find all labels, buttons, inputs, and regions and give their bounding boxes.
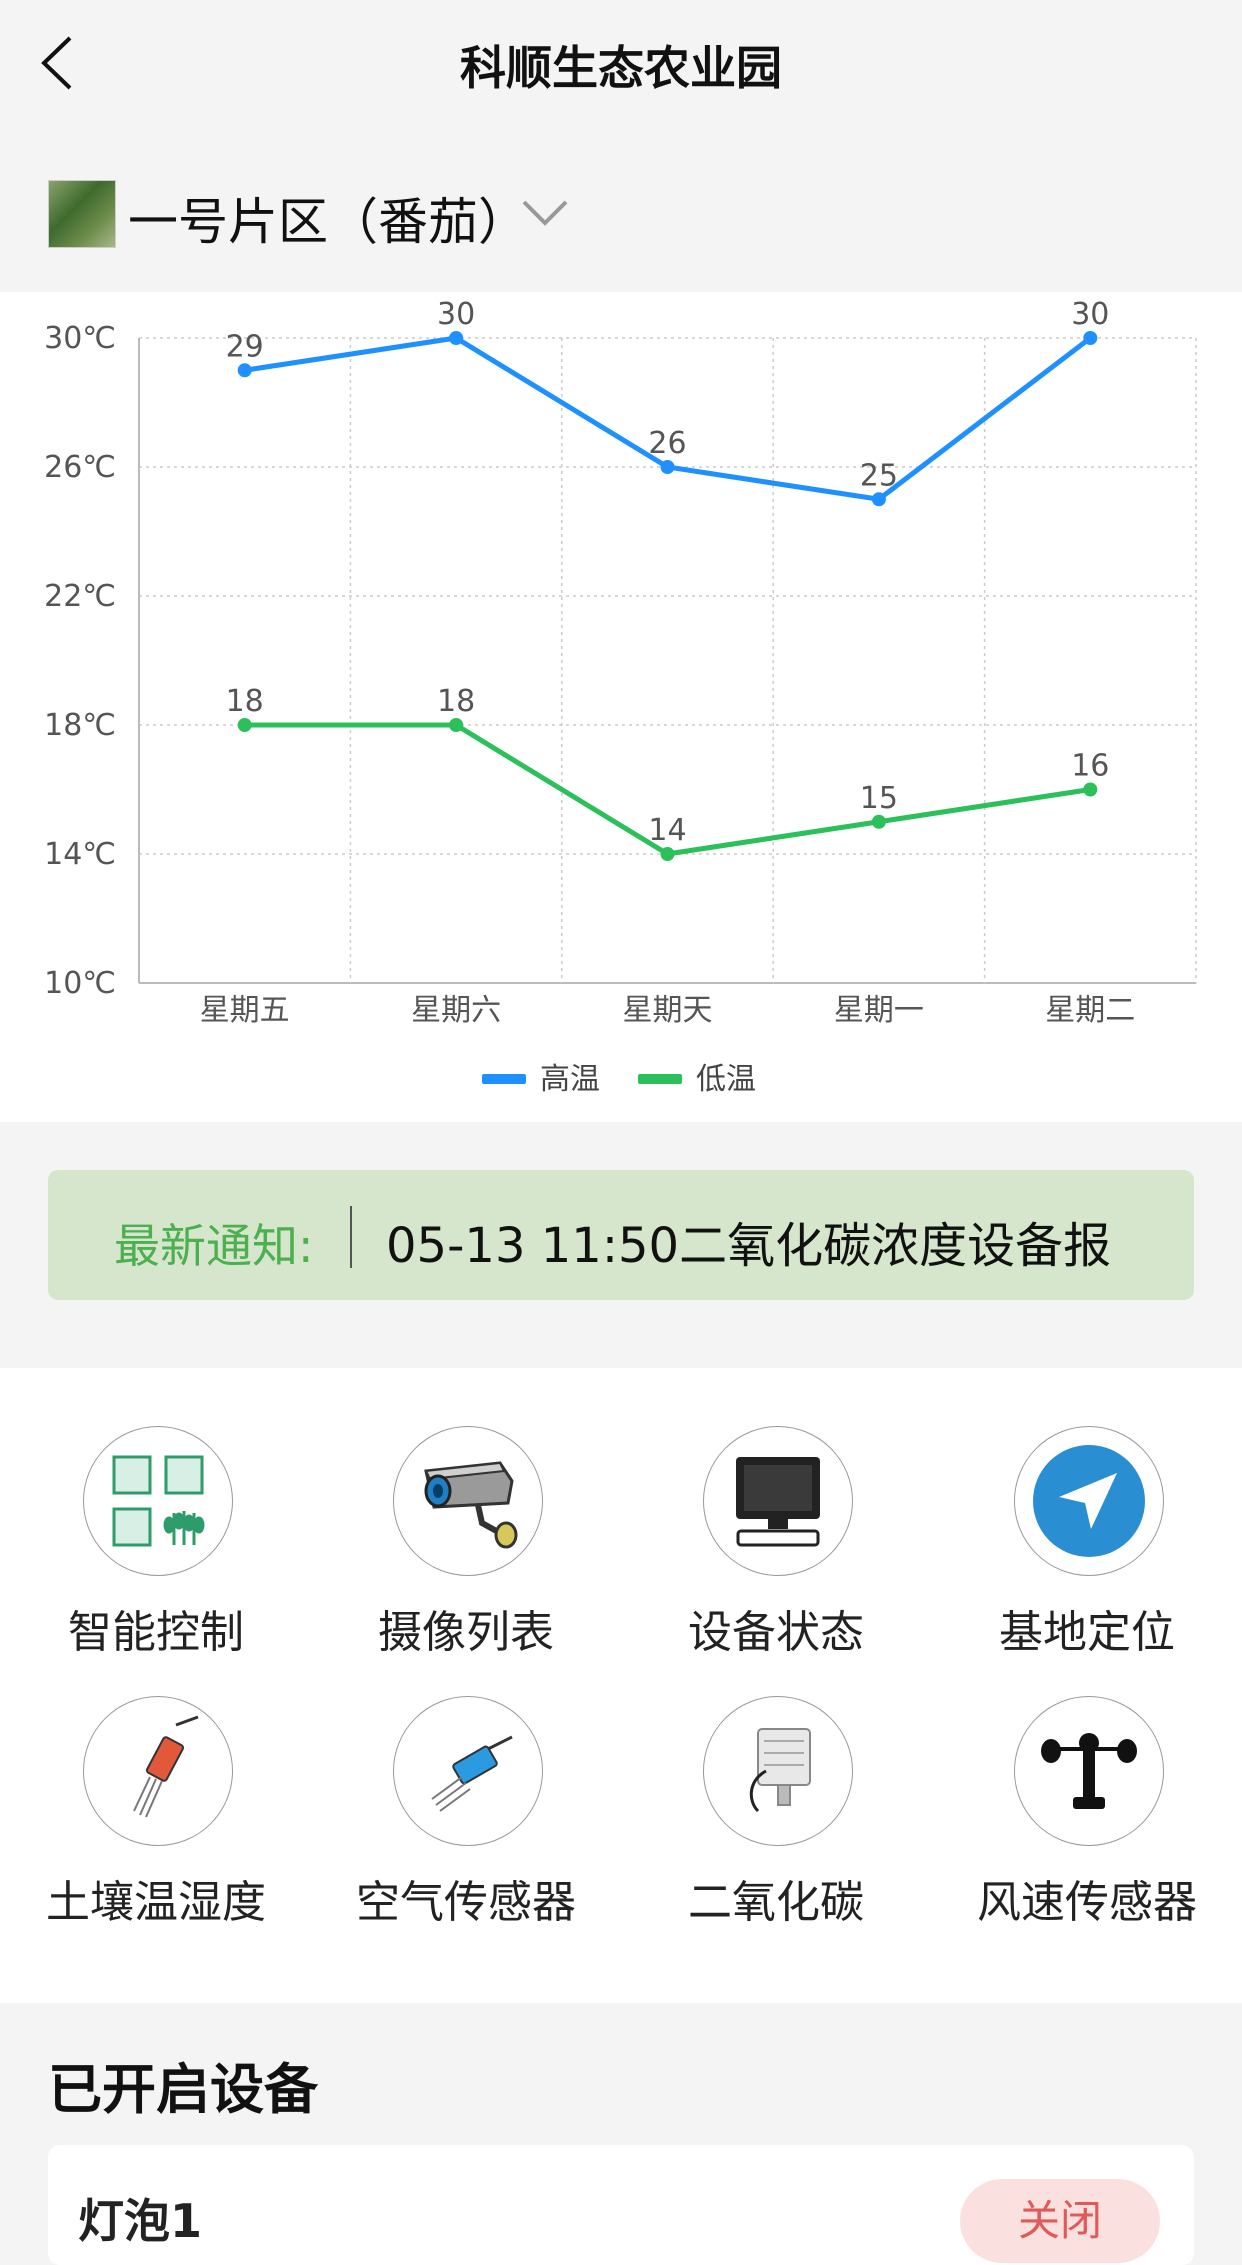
data-point [660, 460, 675, 474]
co2-sensor-icon [749, 1728, 811, 1813]
notice-label: 最新通知: [114, 1219, 314, 1273]
tile-air-sensor[interactable]: 空气传感器 [311, 1638, 621, 1928]
data-label: 14 [648, 813, 686, 848]
data-point [660, 847, 675, 861]
data-label: 18 [437, 684, 475, 719]
monitor-icon [736, 1457, 820, 1547]
y-tick-label: 22℃ [44, 579, 116, 614]
data-point [449, 331, 464, 345]
y-tick-label: 18℃ [44, 708, 116, 743]
data-label: 30 [437, 297, 475, 332]
data-label: 18 [226, 684, 264, 719]
y-tick-label: 26℃ [44, 450, 116, 485]
tile-label: 空气传感器 [356, 1877, 576, 1928]
notice-section: 最新通知: 05-13 11:50二氧化碳浓度设备报 [0, 1122, 1242, 1368]
anemometer-icon [1041, 1733, 1137, 1809]
temperature-chart: 10℃ 14℃ 18℃ 22℃ 26℃ 30℃ 星期五 星期六 星期天 星期一 星期二 29 30 26 2… [0, 292, 1242, 1122]
zone-name: 一号片区（番茄） [128, 193, 528, 251]
x-tick-label: 星期一 [834, 993, 924, 1028]
section-title: 已开启设备 [48, 2058, 318, 2121]
tile-icon-circle [1014, 1696, 1164, 1846]
tile-device-status[interactable]: 设备状态 [621, 1368, 931, 1658]
air-sensor-icon [431, 1735, 513, 1812]
tile-icon-circle [1014, 1426, 1164, 1576]
tile-smart-control[interactable]: 智能控制 [1, 1368, 311, 1658]
legend-swatch [482, 1074, 526, 1084]
enabled-devices-section: 已开启设备 灯泡1 关闭 [0, 2003, 1242, 2265]
x-tick-label: 星期二 [1045, 993, 1135, 1028]
y-tick-label: 30℃ [44, 321, 116, 356]
notice-text: 05-13 11:50二氧化碳浓度设备报 [386, 1218, 1112, 1274]
tile-icon-circle [703, 1696, 853, 1846]
soil-sensor-icon [133, 1715, 199, 1818]
chevron-down-icon [522, 200, 568, 226]
tile-icon-circle [703, 1426, 853, 1576]
tile-icon-circle [83, 1696, 233, 1846]
camera-icon [424, 1461, 518, 1549]
tile-co2[interactable]: 二氧化碳 [621, 1638, 931, 1928]
header: 科顺生态农业园 [0, 0, 1242, 132]
data-label: 15 [860, 781, 898, 816]
legend-label: 低温 [696, 1062, 756, 1097]
tile-icon-circle [393, 1696, 543, 1846]
y-tick-label: 10℃ [44, 966, 116, 1001]
zone-selector[interactable]: 一号片区（番茄） [0, 132, 1242, 292]
data-label: 25 [860, 458, 898, 493]
feature-grid: 智能控制 摄像列表 设备状态 基地定位 土壤温湿度 空气传感器 二氧化碳 风速传… [0, 1368, 1242, 2003]
zone-thumbnail [48, 180, 116, 248]
notice-divider [350, 1206, 352, 1268]
location-arrow-icon [1033, 1445, 1145, 1557]
tile-label: 风速传感器 [977, 1877, 1197, 1928]
page-title: 科顺生态农业园 [460, 41, 782, 95]
y-tick-label: 14℃ [44, 837, 116, 872]
data-label: 16 [1071, 749, 1109, 784]
tile-icon-circle [83, 1426, 233, 1576]
data-point [449, 718, 464, 732]
data-point [1083, 782, 1098, 797]
data-point [237, 363, 252, 378]
data-point [237, 718, 252, 732]
notice-banner[interactable]: 最新通知: 05-13 11:50二氧化碳浓度设备报 [48, 1170, 1194, 1300]
x-tick-label: 星期五 [200, 993, 290, 1028]
data-label: 26 [648, 426, 686, 461]
device-card: 灯泡1 关闭 [48, 2145, 1194, 2265]
data-point [871, 492, 886, 507]
legend-swatch [638, 1074, 682, 1084]
data-label: 30 [1071, 297, 1109, 332]
tile-wind-speed[interactable]: 风速传感器 [932, 1638, 1242, 1928]
tile-camera-list[interactable]: 摄像列表 [311, 1368, 621, 1658]
tile-label: 土壤温湿度 [46, 1877, 266, 1928]
x-tick-label: 星期六 [411, 993, 501, 1028]
data-point [871, 814, 886, 829]
series-line-high [244, 335, 1092, 502]
tile-icon-circle [393, 1426, 543, 1576]
tile-label: 二氧化碳 [688, 1877, 864, 1928]
data-point [1083, 331, 1098, 345]
tile-soil-sensor[interactable]: 土壤温湿度 [1, 1638, 311, 1928]
x-tick-label: 星期天 [623, 993, 713, 1028]
data-label: 29 [226, 329, 264, 364]
tile-base-location[interactable]: 基地定位 [932, 1368, 1242, 1658]
temperature-chart-svg: 10℃ 14℃ 18℃ 22℃ 26℃ 30℃ 星期五 星期六 星期天 星期一 星期二 29 30 26 2… [44, 297, 1197, 1097]
legend-label: 高温 [540, 1062, 600, 1097]
turn-off-button[interactable]: 关闭 [960, 2179, 1160, 2263]
smart-control-icon [112, 1455, 205, 1547]
device-name: 灯泡1 [78, 2194, 203, 2248]
